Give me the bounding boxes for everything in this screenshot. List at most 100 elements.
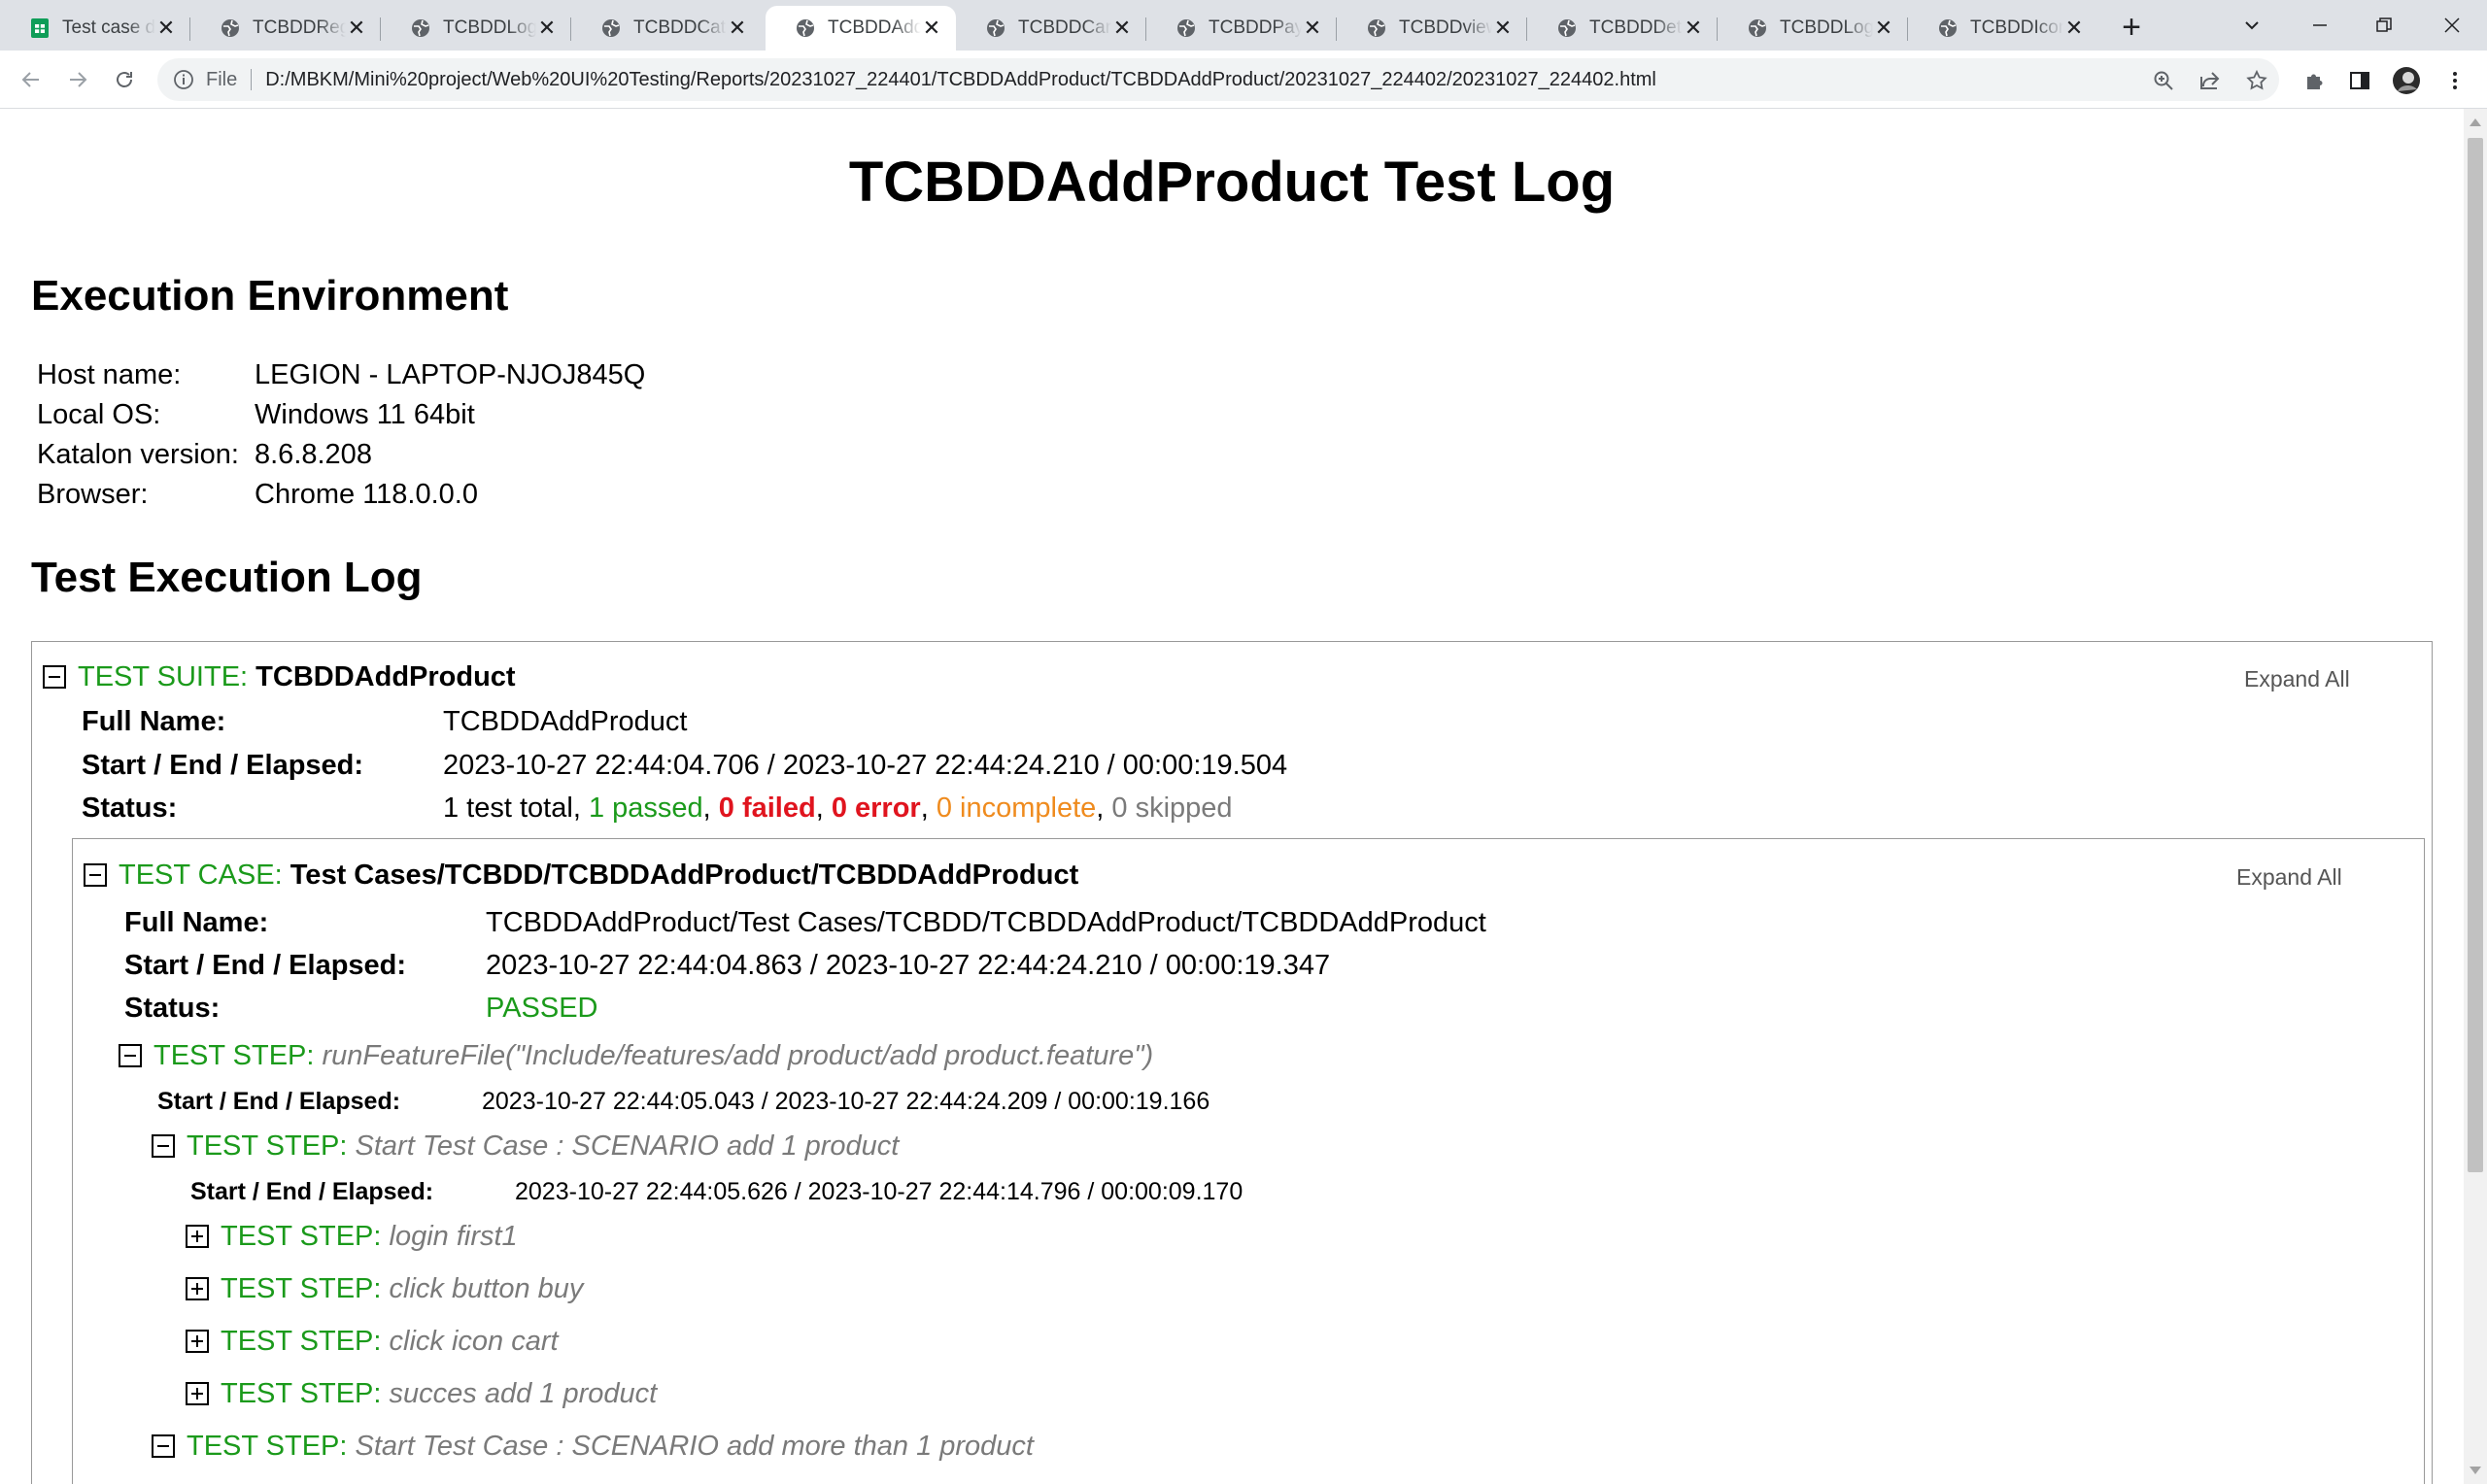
case-header: TEST CASE: Test Cases/TCBDD/TCBDDAddProd… (84, 856, 1078, 894)
step-name: login first1 (389, 1220, 518, 1252)
step-login-first1: TEST STEP: login first1 (186, 1217, 518, 1256)
log-heading: Test Execution Log (31, 554, 423, 601)
suite-name: TCBDDAddProduct (256, 660, 516, 692)
tab-tcbddlogout[interactable]: TCBDDLogo ✕ (1718, 6, 1908, 51)
page-scrollbar[interactable] (2464, 109, 2487, 1484)
step-scenario1-header: TEST STEP: Start Test Case : SCENARIO ad… (152, 1127, 899, 1165)
forward-button[interactable] (60, 62, 95, 97)
collapse-toggle[interactable] (119, 1044, 142, 1067)
globe-icon (1939, 19, 1957, 37)
info-icon[interactable] (173, 69, 194, 90)
tab-tcbddview[interactable]: TCBDDview ✕ (1337, 6, 1527, 51)
env-heading: Execution Environment (31, 272, 509, 320)
tab-title: Test case do (62, 17, 155, 38)
tab-strip: Test case do ✕ TCBDDRegi ✕ TCBDDLogi ✕ T… (0, 0, 2487, 51)
step-click-button-buy: TEST STEP: click button buy (186, 1269, 583, 1308)
more-vert-icon (2453, 72, 2457, 89)
tab-tcbddcate[interactable]: TCBDDCate ✕ (571, 6, 762, 51)
expand-toggle[interactable] (186, 1225, 209, 1248)
globe-icon (602, 19, 620, 37)
tab-search-button[interactable] (2223, 8, 2281, 43)
close-icon[interactable]: ✕ (1302, 17, 1323, 39)
avatar-icon (2393, 67, 2420, 94)
env-row-browser: Browser: Chrome 118.0.0.0 (37, 479, 478, 510)
page-content: TCBDDAddProduct Test Log Execution Envir… (0, 109, 2464, 1484)
scrollbar-thumb[interactable] (2468, 138, 2483, 1172)
step-name: Start Test Case : SCENARIO add more than… (355, 1430, 1034, 1462)
tab-title: TCBDDLogo (1780, 17, 1873, 38)
close-icon (2444, 17, 2460, 33)
suite-expand-all-link[interactable]: Expand All (2244, 666, 2350, 692)
tab-tcbddaddproduct-active[interactable]: TCBDDAddi ✕ (766, 6, 956, 51)
collapse-toggle[interactable] (43, 665, 66, 689)
case-expand-all-link[interactable]: Expand All (2236, 864, 2342, 891)
scroll-down-icon[interactable] (2470, 1467, 2481, 1474)
close-icon[interactable]: ✕ (1492, 17, 1514, 39)
suite-full-name: Full Name: TCBDDAddProduct (82, 706, 688, 737)
case-timing: Start / End / Elapsed: 2023-10-27 22:44:… (124, 950, 1331, 981)
step-succes-add-1-product: TEST STEP: succes add 1 product (186, 1374, 657, 1413)
scroll-up-icon[interactable] (2470, 118, 2481, 126)
tab-tcbddicon[interactable]: TCBDDIcon ✕ (1908, 6, 2098, 51)
close-window-button[interactable] (2423, 8, 2481, 43)
case-full-name: Full Name: TCBDDAddProduct/Test Cases/TC… (124, 907, 1486, 938)
tab-title: TCBDDDeta (1589, 17, 1683, 38)
close-icon[interactable]: ✕ (1873, 17, 1894, 39)
step-scenario1-timing: Start / End / Elapsed: 2023-10-27 22:44:… (190, 1178, 1244, 1205)
share-button[interactable] (2196, 66, 2225, 95)
expand-toggle[interactable] (186, 1382, 209, 1405)
step-click-icon-cart: TEST STEP: click icon cart (186, 1322, 559, 1361)
tab-title: TCBDDLogi (443, 17, 536, 38)
close-icon[interactable]: ✕ (921, 17, 942, 39)
url-text[interactable]: D:/MBKM/Mini%20project/Web%20UI%20Testin… (265, 69, 1656, 91)
extensions-button[interactable] (2300, 66, 2330, 95)
tab-tcbddlogi[interactable]: TCBDDLogi ✕ (381, 6, 571, 51)
step-feature-timing: Start / End / Elapsed: 2023-10-27 22:44:… (157, 1088, 1210, 1115)
case-status: Status: PASSED (124, 993, 598, 1024)
globe-icon (412, 19, 429, 37)
reload-button[interactable] (107, 62, 142, 97)
close-icon[interactable]: ✕ (2063, 17, 2085, 39)
step-name: runFeatureFile("Include/features/add pro… (322, 1039, 1154, 1071)
suite-status-summary: 1 test total, 1 passed, 0 failed, 0 erro… (443, 793, 1233, 824)
close-icon[interactable]: ✕ (155, 17, 177, 39)
tab-title: TCBDDCate (633, 17, 727, 38)
menu-button[interactable] (2440, 66, 2470, 95)
globe-icon (1749, 19, 1766, 37)
tab-tcbddcart[interactable]: TCBDDCart ✕ (956, 6, 1146, 51)
globe-icon (1177, 19, 1195, 37)
tab-title: TCBDDPaym (1209, 17, 1302, 38)
close-icon[interactable]: ✕ (346, 17, 367, 39)
zoom-button[interactable] (2149, 66, 2178, 95)
back-button[interactable] (14, 62, 49, 97)
arrow-left-icon (21, 72, 39, 87)
close-icon[interactable]: ✕ (1683, 17, 1704, 39)
side-panel-button[interactable] (2345, 66, 2374, 95)
collapse-toggle[interactable] (152, 1434, 175, 1458)
tab-tcbddpayment[interactable]: TCBDDPaym ✕ (1146, 6, 1337, 51)
reload-icon (117, 72, 132, 87)
expand-toggle[interactable] (186, 1330, 209, 1353)
step-name: click icon cart (389, 1325, 559, 1357)
failed-count: 0 failed (718, 793, 816, 824)
tab-tcbddregi[interactable]: TCBDDRegi ✕ (190, 6, 381, 51)
close-icon[interactable]: ✕ (536, 17, 558, 39)
new-tab-button[interactable]: + (2114, 10, 2149, 45)
sheets-icon (31, 18, 49, 38)
collapse-toggle[interactable] (152, 1134, 175, 1158)
tab-title: TCBDDIcon (1970, 17, 2063, 38)
minimize-button[interactable] (2291, 8, 2349, 43)
expand-toggle[interactable] (186, 1277, 209, 1300)
collapse-toggle[interactable] (84, 863, 107, 887)
tab-test-case-doc[interactable]: Test case do ✕ (0, 6, 190, 51)
tab-tcbdddetail[interactable]: TCBDDDeta ✕ (1527, 6, 1718, 51)
restore-button[interactable] (2355, 8, 2413, 43)
tab-title: TCBDDCart (1018, 17, 1111, 38)
bookmark-button[interactable] (2242, 66, 2271, 95)
profile-avatar[interactable] (2392, 66, 2421, 95)
address-bar[interactable]: File D:/MBKM/Mini%20project/Web%20UI%20T… (157, 58, 2279, 101)
suite-header: TEST SUITE: TCBDDAddProduct (43, 658, 516, 696)
close-icon[interactable]: ✕ (1111, 17, 1133, 39)
close-icon[interactable]: ✕ (727, 17, 748, 39)
arrow-right-icon (70, 72, 87, 87)
